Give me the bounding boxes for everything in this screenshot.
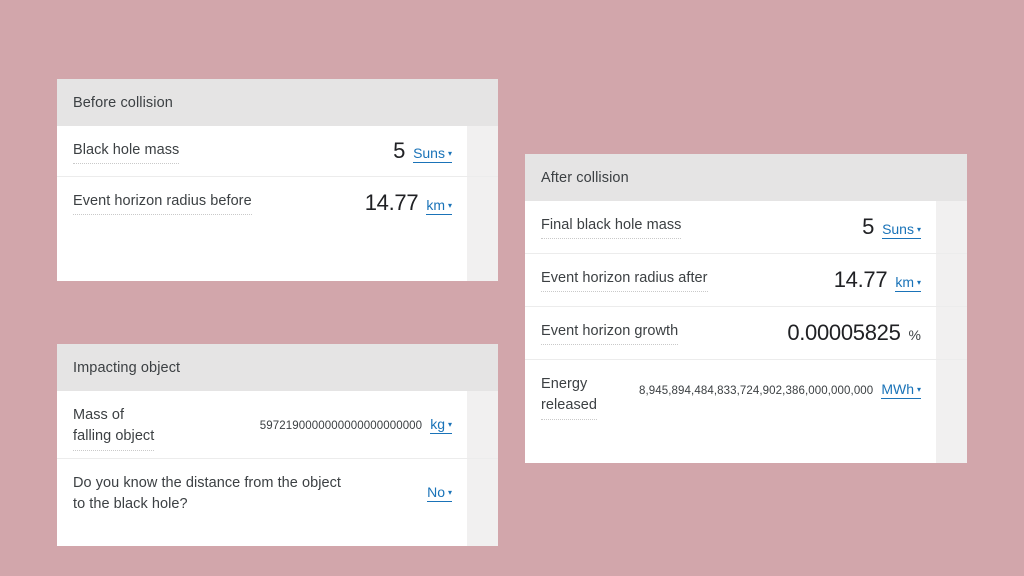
- unit-label: Suns: [882, 221, 914, 237]
- unit-event-horizon-growth: %: [908, 327, 921, 343]
- row-label-final-black-hole-mass: Final black hole mass: [541, 215, 682, 239]
- card-impacting-object-title: Impacting object: [57, 344, 498, 391]
- card-after-collision: After collision Final black hole mass 5 …: [525, 154, 967, 463]
- chevron-down-icon: ▾: [447, 488, 452, 497]
- row-label-event-horizon-radius-after: Event horizon radius after: [541, 268, 708, 292]
- row-label-distance-question: Do you know the distance from the object…: [73, 475, 341, 512]
- row-label-energy-released: Energy released: [541, 374, 598, 420]
- table-row: Do you know the distance from the object…: [57, 459, 498, 527]
- chevron-down-icon: ▾: [916, 278, 921, 287]
- value-black-hole-mass: 5: [393, 138, 406, 163]
- unit-dropdown-black-hole-mass[interactable]: Suns ▾: [413, 145, 452, 163]
- answer-label: No: [427, 484, 445, 500]
- table-row: Black hole mass 5 Suns ▾: [57, 126, 498, 177]
- table-row: Event horizon radius after 14.77 km ▾: [525, 254, 967, 307]
- card-before-collision: Before collision Black hole mass 5 Suns ▾…: [57, 79, 498, 281]
- value-energy-released: 8,945,894,484,833,724,902,386,000,000,00…: [638, 384, 874, 397]
- row-label-mass-of-falling-object: Mass of falling object: [73, 405, 155, 451]
- row-value-group: No ▾: [427, 484, 452, 502]
- value-event-horizon-growth: 0.00005825: [787, 320, 901, 345]
- value-event-horizon-radius-before: 14.77: [364, 189, 419, 215]
- table-row: Mass of falling object 59721900000000000…: [57, 391, 498, 459]
- row-label-event-horizon-growth: Event horizon growth: [541, 321, 679, 345]
- card-after-collision-body: Final black hole mass 5 Suns ▾ Event hori…: [525, 201, 967, 463]
- card-before-collision-body: Black hole mass 5 Suns ▾ Event horizon ra…: [57, 126, 498, 281]
- card-before-collision-title: Before collision: [57, 79, 498, 126]
- card-impacting-object-body: Mass of falling object 59721900000000000…: [57, 391, 498, 546]
- row-value-group: 5972190000000000000000000 kg ▾: [260, 416, 452, 434]
- unit-label: Suns: [413, 145, 445, 161]
- row-label-event-horizon-radius-before: Event horizon radius before: [73, 191, 252, 215]
- table-row: Event horizon radius before 14.77 km ▾: [57, 177, 498, 228]
- chevron-down-icon: ▾: [916, 384, 921, 394]
- chevron-down-icon: ▾: [447, 200, 452, 210]
- unit-label: km: [426, 196, 445, 213]
- unit-dropdown-event-horizon-radius-after[interactable]: km ▾: [895, 274, 921, 292]
- row-label-black-hole-mass: Black hole mass: [73, 140, 180, 164]
- row-value-group: 5 Suns ▾: [862, 214, 921, 240]
- card-after-collision-title: After collision: [525, 154, 967, 201]
- row-value-group: 14.77 km ▾: [365, 190, 452, 216]
- chevron-down-icon: ▾: [447, 149, 452, 158]
- unit-label: MWh: [881, 380, 914, 397]
- unit-dropdown-event-horizon-radius-before[interactable]: km ▾: [426, 197, 452, 215]
- unit-label: kg: [430, 415, 445, 432]
- row-value-group: 5 Suns ▾: [393, 138, 452, 164]
- value-event-horizon-radius-after: 14.77: [833, 267, 888, 292]
- chevron-down-icon: ▾: [916, 225, 921, 234]
- unit-label: km: [895, 274, 914, 290]
- value-final-black-hole-mass: 5: [862, 214, 875, 239]
- value-mass-of-falling-object: 5972190000000000000000000: [259, 419, 423, 432]
- card-impacting-object: Impacting object Mass of falling object …: [57, 344, 498, 546]
- unit-dropdown-mass-of-falling-object[interactable]: kg ▾: [430, 416, 452, 434]
- table-row: Final black hole mass 5 Suns ▾: [525, 201, 967, 254]
- row-value-group: 0.00005825 %: [787, 320, 921, 346]
- unit-dropdown-final-black-hole-mass[interactable]: Suns ▾: [882, 221, 921, 239]
- unit-dropdown-energy-released[interactable]: MWh ▾: [881, 381, 921, 399]
- row-value-group: 8,945,894,484,833,724,902,386,000,000,00…: [639, 381, 921, 399]
- table-row: Event horizon growth 0.00005825 %: [525, 307, 967, 360]
- table-row: Energy released 8,945,894,484,833,724,90…: [525, 360, 967, 420]
- chevron-down-icon: ▾: [447, 419, 452, 429]
- answer-dropdown-distance-question[interactable]: No ▾: [427, 484, 452, 502]
- row-value-group: 14.77 km ▾: [834, 267, 921, 293]
